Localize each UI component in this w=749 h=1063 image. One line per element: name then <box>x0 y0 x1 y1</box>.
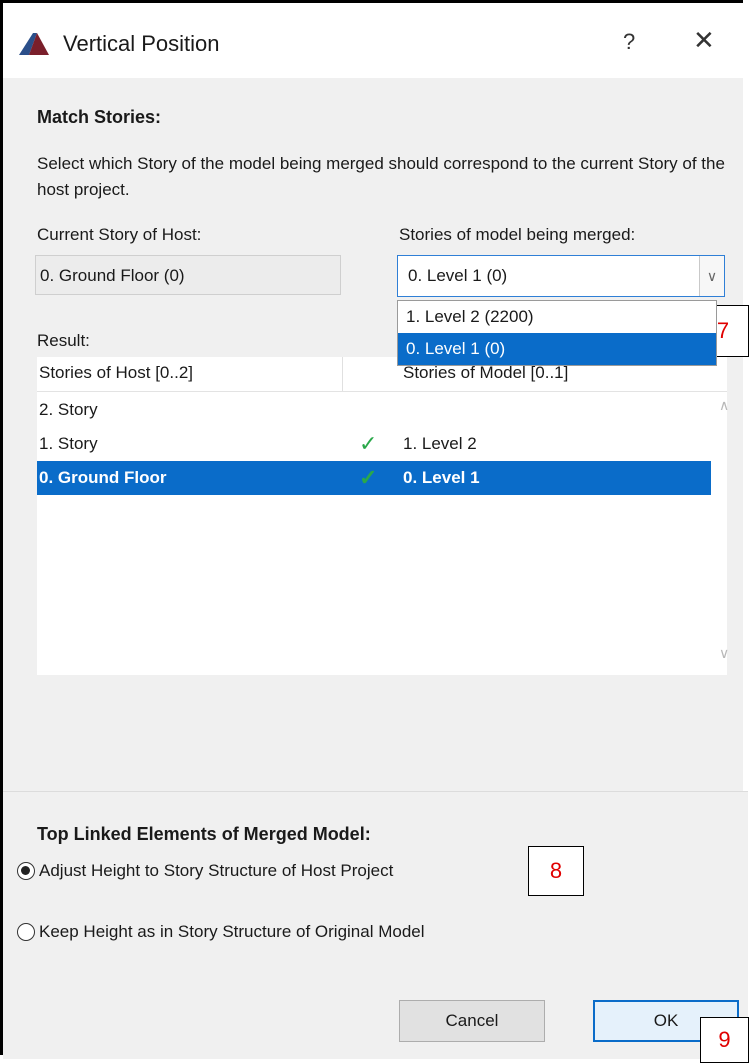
check-icon: ✓ <box>359 431 378 456</box>
vertical-position-dialog: Vertical Position ? ✕ Match Stories: Sel… <box>0 0 748 1059</box>
check-anchor-icon: ✓ <box>359 465 378 490</box>
title-bar: Vertical Position ? ✕ <box>3 3 748 78</box>
help-button[interactable]: ? <box>623 29 635 55</box>
model-story-select[interactable]: 0. Level 1 (0) ∨ <box>397 255 725 297</box>
keep-height-label[interactable]: Keep Height as in Story Structure of Ori… <box>39 922 425 942</box>
match-description: Select which Story of the model being me… <box>37 154 725 199</box>
column-header-model[interactable]: Stories of Model [0..1] <box>403 363 568 383</box>
dropdown-option-selected[interactable]: 0. Level 1 (0) <box>398 333 716 365</box>
close-button[interactable]: ✕ <box>693 25 715 56</box>
top-linked-panel: Top Linked Elements of Merged Model: Adj… <box>3 791 748 1059</box>
model-story-dropdown: 1. Level 2 (2200) 0. Level 1 (0) <box>397 300 717 366</box>
row-host-story: 1. Story <box>39 434 98 453</box>
adjust-height-radio[interactable] <box>17 862 35 880</box>
row-model-story: 1. Level 2 <box>403 434 477 453</box>
scroll-down-icon[interactable]: ∨ <box>719 645 729 662</box>
host-story-label: Current Story of Host: <box>37 225 202 244</box>
row-model-story: 0. Level 1 <box>403 468 480 487</box>
model-story-selected: 0. Level 1 (0) <box>408 266 508 285</box>
adjust-height-label[interactable]: Adjust Height to Story Structure of Host… <box>39 861 393 881</box>
result-label: Result: <box>37 331 90 350</box>
archicad-icon <box>19 33 49 55</box>
match-stories-heading: Match Stories: <box>37 107 162 127</box>
column-header-host[interactable]: Stories of Host [0..2] <box>39 363 193 383</box>
table-row[interactable]: 2. Story <box>37 393 711 427</box>
table-row[interactable]: 1. Story ✓ 1. Level 2 <box>37 427 711 461</box>
callout-9: 9 <box>700 1017 749 1063</box>
table-row-selected[interactable]: 0. Ground Floor ✓ 0. Level 1 <box>37 461 711 495</box>
top-linked-heading: Top Linked Elements of Merged Model: <box>37 824 371 844</box>
keep-height-radio[interactable] <box>17 923 35 941</box>
row-host-story: 2. Story <box>39 400 98 419</box>
chevron-down-icon[interactable]: ∨ <box>699 256 724 296</box>
dropdown-option[interactable]: 1. Level 2 (2200) <box>398 301 716 333</box>
cancel-button[interactable]: Cancel <box>399 1000 545 1042</box>
result-table: Stories of Host [0..2] Stories of Model … <box>37 357 729 675</box>
row-host-story: 0. Ground Floor <box>39 468 167 487</box>
column-divider <box>342 357 343 391</box>
host-story-field: 0. Ground Floor (0) <box>35 255 341 295</box>
window-title: Vertical Position <box>63 31 220 56</box>
model-stories-label: Stories of model being merged: <box>399 225 636 244</box>
scroll-up-icon[interactable]: ∧ <box>719 397 729 414</box>
host-story-value: 0. Ground Floor (0) <box>40 266 185 285</box>
callout-8: 8 <box>528 846 584 896</box>
